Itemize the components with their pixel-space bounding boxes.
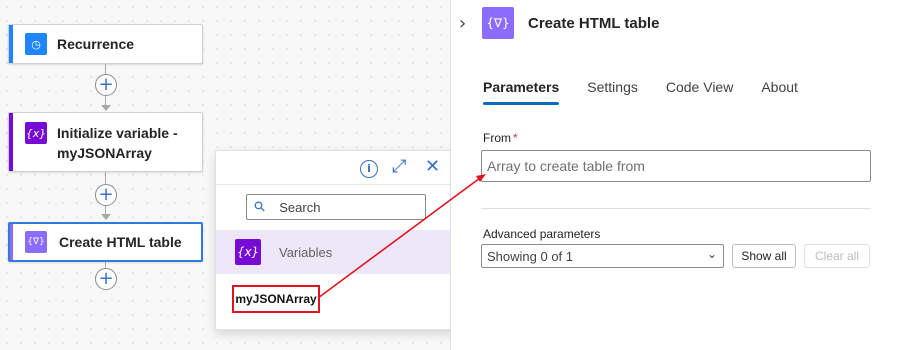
from-field-label: From * [483, 131, 518, 145]
arrow-down-icon [101, 214, 111, 220]
search-icon: ⚲ [250, 197, 270, 217]
chevron-down-icon: ⌄ [706, 247, 717, 261]
dropdown-value: Showing 0 of 1 [487, 248, 574, 264]
from-label-text: From [483, 131, 511, 145]
add-step-button[interactable]: + [95, 268, 117, 290]
divider [481, 208, 871, 209]
clock-icon: ◷ [25, 33, 47, 55]
initialize-variable-card[interactable]: {x} Initialize variable - myJSONArray [8, 112, 203, 172]
data-operation-icon: {∇} [482, 7, 514, 39]
from-input[interactable]: Array to create table from [481, 150, 871, 182]
recurrence-card[interactable]: ◷ Recurrence [8, 24, 203, 64]
variables-category[interactable]: {x} Variables [216, 230, 456, 274]
card-accent-bar [9, 25, 13, 63]
clear-all-button[interactable]: Clear all [804, 244, 870, 268]
tab-about[interactable]: About [761, 79, 798, 105]
action-details-panel: › {∇} Create HTML table Parameters Setti… [450, 0, 900, 350]
close-icon[interactable]: ✕ [425, 158, 440, 176]
create-html-table-card[interactable]: {∇} Create HTML table [8, 222, 203, 262]
search-input[interactable]: ⚲ Search [246, 194, 426, 220]
card-title: Initialize variable - myJSONArray [57, 125, 178, 161]
panel-title: Create HTML table [528, 15, 660, 32]
arrow-down-icon [101, 105, 111, 111]
tab-parameters[interactable]: Parameters [483, 79, 560, 105]
expand-icon[interactable]: ⤢ [392, 158, 406, 176]
card-accent-bar [9, 113, 13, 171]
add-step-button[interactable]: + [95, 74, 117, 96]
search-placeholder: Search [279, 199, 321, 215]
advanced-parameters-dropdown[interactable]: Showing 0 of 1 ⌄ [481, 244, 724, 268]
panel-tabs: Parameters Settings Code View About [483, 79, 826, 105]
dynamic-content-popup: i ⤢ ✕ ⚲ Search {x} Variables myJSONArray [215, 150, 456, 330]
connector-line [105, 172, 106, 184]
collapse-chevron-icon[interactable]: › [459, 13, 466, 34]
show-all-button[interactable]: Show all [732, 244, 796, 268]
myjsonarray-token[interactable]: myJSONArray [232, 285, 320, 313]
required-marker: * [513, 131, 518, 145]
data-operation-icon: {∇} [25, 231, 47, 253]
category-label: Variables [279, 244, 333, 260]
info-icon[interactable]: i [360, 160, 378, 178]
add-step-button[interactable]: + [95, 184, 117, 206]
tab-code-view[interactable]: Code View [666, 79, 733, 105]
card-accent-bar [10, 224, 13, 260]
card-title: Create HTML table [59, 234, 182, 250]
advanced-parameters-label: Advanced parameters [483, 227, 601, 241]
popup-header: i ⤢ ✕ [216, 151, 455, 185]
tab-settings[interactable]: Settings [587, 79, 638, 105]
card-title: Recurrence [57, 36, 135, 52]
from-placeholder: Array to create table from [487, 158, 645, 174]
variable-icon: {x} [235, 239, 261, 265]
variable-icon: {x} [25, 122, 47, 144]
